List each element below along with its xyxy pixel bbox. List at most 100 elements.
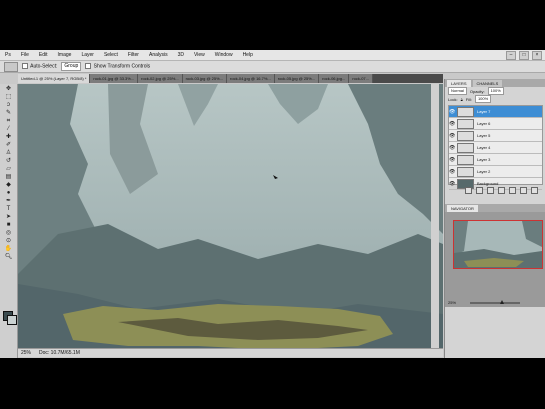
history-brush-tool-icon[interactable]: ↺ bbox=[3, 157, 14, 164]
layer-style-icon[interactable] bbox=[476, 187, 483, 194]
tab-document-2[interactable]: rock-01.jpg @ 33.3%... bbox=[90, 74, 139, 83]
blur-tool-icon[interactable]: ◆ bbox=[3, 181, 14, 188]
link-layers-icon[interactable] bbox=[465, 187, 472, 194]
menu-select[interactable]: Select bbox=[99, 52, 123, 58]
navigator-preview[interactable] bbox=[453, 220, 543, 269]
eraser-tool-icon[interactable]: ▱ bbox=[3, 165, 14, 172]
lock-icon[interactable]: 🔒︎ bbox=[461, 97, 463, 102]
tab-document-5[interactable]: rock-04.jpg @ 16.7%... bbox=[227, 74, 275, 83]
vertical-scrollbar[interactable] bbox=[431, 84, 439, 348]
auto-select-dropdown[interactable]: Group bbox=[61, 62, 82, 71]
menu-filter[interactable]: Filter bbox=[123, 52, 144, 58]
menu-3d[interactable]: 3D bbox=[173, 52, 189, 58]
layer-thumbnail bbox=[457, 106, 474, 117]
close-button[interactable]: × bbox=[532, 51, 542, 60]
marquee-tool-icon[interactable]: ⬚ bbox=[3, 93, 14, 100]
quick-select-tool-icon[interactable]: ✎ bbox=[3, 109, 14, 116]
dodge-tool-icon[interactable]: ● bbox=[3, 189, 14, 196]
clone-stamp-tool-icon[interactable]: ♙ bbox=[3, 149, 14, 156]
document-canvas[interactable] bbox=[18, 84, 443, 348]
document-tabs: Untitled-1 @ 25% (Layer 7, RGB/8) * rock… bbox=[18, 74, 443, 83]
canvas-artwork bbox=[18, 84, 443, 348]
tab-navigator[interactable]: NAVIGATOR bbox=[447, 205, 478, 212]
move-tool-preset-icon[interactable] bbox=[4, 61, 18, 72]
pen-tool-icon[interactable]: ✒ bbox=[3, 197, 14, 204]
navigator-zoom-slider[interactable] bbox=[470, 302, 520, 304]
background-color-swatch[interactable] bbox=[7, 315, 17, 325]
healing-brush-tool-icon[interactable]: ✚ bbox=[3, 133, 14, 140]
layer-row-layer-3[interactable]: 👁︎ Layer 3 bbox=[449, 154, 542, 166]
navigator-panel-header: NAVIGATOR bbox=[445, 204, 545, 212]
add-mask-icon[interactable] bbox=[487, 187, 494, 194]
layer-thumbnail bbox=[457, 154, 474, 165]
gradient-tool-icon[interactable]: ▤ bbox=[3, 173, 14, 180]
brush-tool-icon[interactable]: ✐ bbox=[3, 141, 14, 148]
3d-orbit-tool-icon[interactable]: ⊙ bbox=[3, 237, 14, 244]
blend-row: Normal Opacity: 100% bbox=[445, 87, 545, 95]
new-layer-icon[interactable] bbox=[520, 187, 527, 194]
menu-layer[interactable]: Layer bbox=[76, 52, 99, 58]
layer-name: Layer 2 bbox=[477, 169, 491, 174]
tab-document-7[interactable]: rock-06.jpg... bbox=[319, 74, 350, 83]
layer-name: Layer 3 bbox=[477, 157, 491, 162]
eye-icon[interactable]: 👁︎ bbox=[449, 181, 455, 187]
path-selection-tool-icon[interactable]: ➤ bbox=[3, 213, 14, 220]
eye-icon[interactable]: 👁︎ bbox=[449, 157, 455, 163]
crop-tool-icon[interactable]: ⌗ bbox=[3, 117, 14, 124]
menu-bar: Ps File Edit Image Layer Select Filter A… bbox=[0, 50, 545, 61]
type-tool-icon[interactable]: T bbox=[3, 205, 14, 212]
layer-row-layer-4[interactable]: 👁︎ Layer 4 bbox=[449, 142, 542, 154]
delete-layer-icon[interactable] bbox=[531, 187, 538, 194]
menu-help[interactable]: Help bbox=[238, 52, 258, 58]
minimize-button[interactable]: – bbox=[506, 51, 516, 60]
fill-field[interactable]: 100% bbox=[474, 95, 492, 103]
eye-icon[interactable]: 👁︎ bbox=[449, 145, 455, 151]
menu-image[interactable]: Image bbox=[53, 52, 77, 58]
menu-view[interactable]: View bbox=[189, 52, 210, 58]
navigator-zoom[interactable]: 25% bbox=[448, 300, 456, 305]
layer-row-layer-7[interactable]: 👁︎ Layer 7 bbox=[449, 106, 542, 118]
lock-label: Lock: bbox=[448, 96, 458, 102]
menu-file[interactable]: File bbox=[16, 52, 34, 58]
eyedropper-tool-icon[interactable]: ⁄ bbox=[3, 125, 14, 132]
tab-document-3[interactable]: rock-02.jpg @ 25%... bbox=[138, 74, 183, 83]
3d-rotate-tool-icon[interactable]: ◎ bbox=[3, 229, 14, 236]
zoom-slider-handle[interactable] bbox=[500, 300, 504, 304]
maximize-button[interactable]: □ bbox=[519, 51, 529, 60]
lock-row: Lock: 🔒︎ Fill: 100% bbox=[445, 95, 545, 103]
tab-document-6[interactable]: rock-05.jpg @ 25%... bbox=[274, 74, 320, 83]
layer-row-layer-2[interactable]: 👁︎ Layer 2 bbox=[449, 166, 542, 178]
blend-mode-dropdown[interactable]: Normal bbox=[448, 87, 467, 95]
new-group-icon[interactable] bbox=[509, 187, 516, 194]
layer-name: Layer 6 bbox=[477, 121, 491, 126]
show-transform-label: Show Transform Controls bbox=[93, 63, 151, 70]
tab-document-1[interactable]: Untitled-1 @ 25% (Layer 7, RGB/8) * bbox=[18, 74, 91, 83]
move-tool-icon[interactable]: ✥ bbox=[3, 85, 14, 92]
menu-ps-logo[interactable]: Ps bbox=[0, 52, 16, 58]
tab-channels[interactable]: CHANNELS bbox=[472, 80, 503, 87]
zoom-level[interactable]: 25% bbox=[21, 350, 31, 356]
tab-document-4[interactable]: rock-03.jpg @ 25%... bbox=[182, 74, 228, 83]
layer-row-layer-5[interactable]: 👁︎ Layer 5 bbox=[449, 130, 542, 142]
tab-layers[interactable]: LAYERS bbox=[447, 80, 471, 87]
tab-document-8[interactable]: rock-07... bbox=[349, 74, 373, 83]
eye-icon[interactable]: 👁︎ bbox=[449, 109, 455, 115]
menu-analysis[interactable]: Analysis bbox=[144, 52, 173, 58]
zoom-tool-icon[interactable]: 🔍︎ bbox=[3, 253, 14, 260]
eye-icon[interactable]: 👁︎ bbox=[449, 121, 455, 127]
menu-window[interactable]: Window bbox=[210, 52, 238, 58]
auto-select-checkbox[interactable] bbox=[22, 63, 28, 70]
shape-tool-icon[interactable]: ■ bbox=[3, 221, 14, 228]
layers-panel-header: LAYERS CHANNELS bbox=[445, 79, 545, 87]
eye-icon[interactable]: 👁︎ bbox=[449, 133, 455, 139]
eye-icon[interactable]: 👁︎ bbox=[449, 169, 455, 175]
opacity-field[interactable]: 100% bbox=[487, 87, 504, 95]
lasso-tool-icon[interactable]: ↄ bbox=[3, 101, 14, 108]
adjustment-layer-icon[interactable] bbox=[498, 187, 505, 194]
menu-edit[interactable]: Edit bbox=[34, 52, 53, 58]
tools-panel: ✥ ⬚ ↄ ✎ ⌗ ⁄ ✚ ✐ ♙ ↺ ▱ ▤ ◆ ● ✒ T ➤ ■ ◎ ⊙ … bbox=[0, 84, 18, 358]
layer-name: Layer 7 bbox=[477, 109, 491, 114]
show-transform-checkbox[interactable] bbox=[85, 63, 92, 70]
hand-tool-icon[interactable]: ✋ bbox=[3, 245, 14, 252]
layer-row-layer-6[interactable]: 👁︎ Layer 6 bbox=[449, 118, 542, 130]
